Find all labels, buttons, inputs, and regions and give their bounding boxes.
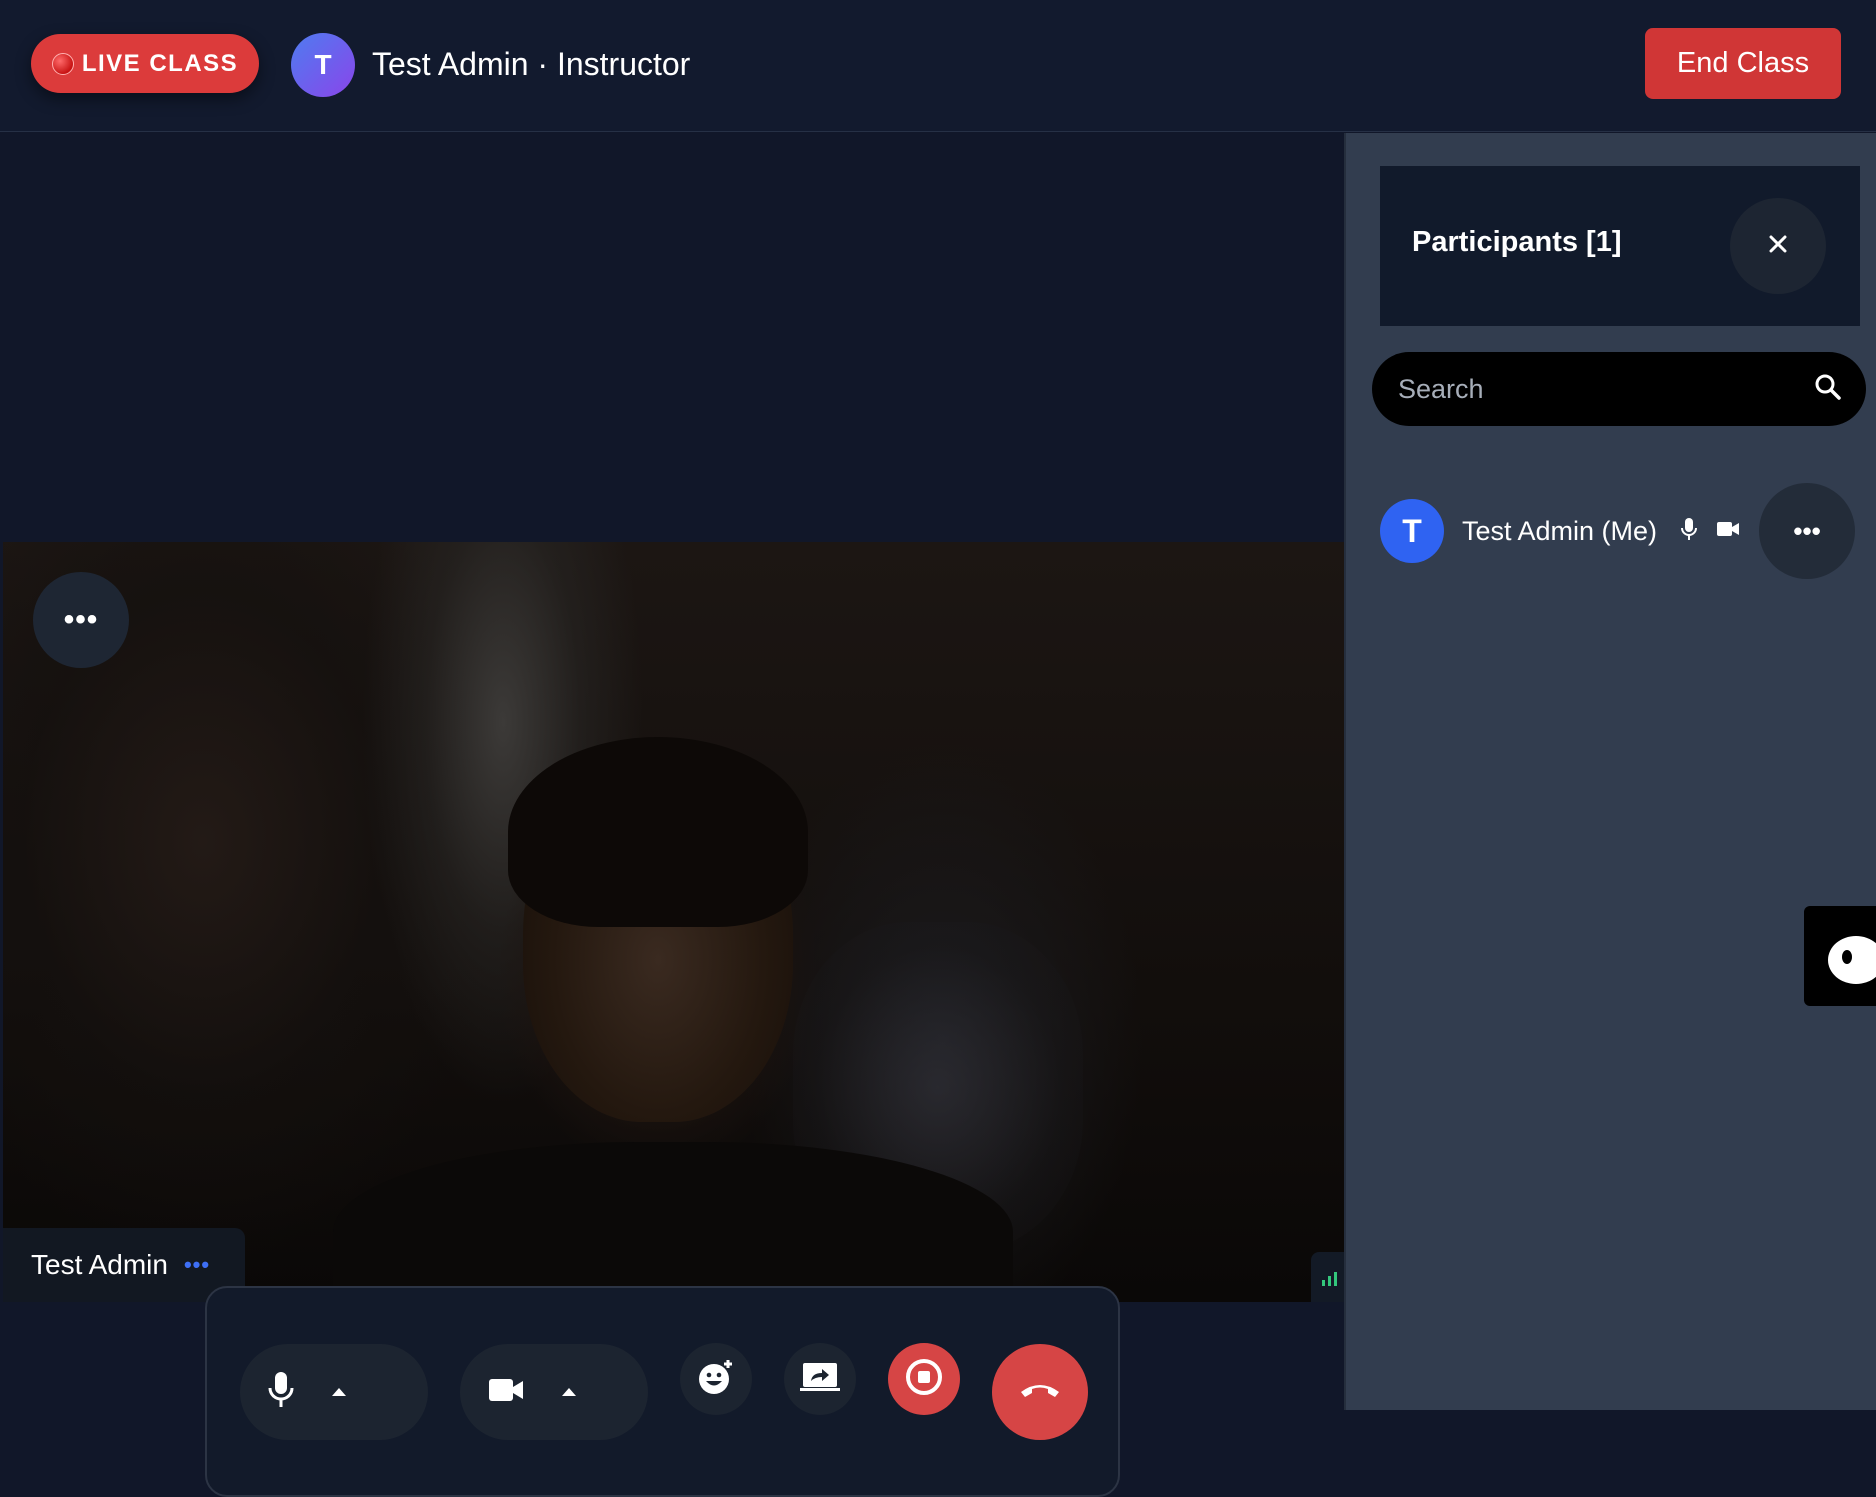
more-horizontal-icon: ••• bbox=[63, 603, 99, 636]
tile-more-options-button[interactable]: ••• bbox=[33, 572, 129, 668]
reactions-button[interactable] bbox=[680, 1343, 752, 1415]
video-stage: ••• Test Admin ••• bbox=[0, 133, 1344, 1497]
screen-share-icon bbox=[800, 1361, 840, 1398]
participants-title: Participants [1] bbox=[1412, 226, 1622, 258]
participant-search[interactable] bbox=[1372, 352, 1866, 426]
camera-control[interactable] bbox=[460, 1344, 648, 1440]
live-class-label: LIVE CLASS bbox=[81, 49, 239, 77]
participants-panel: Participants [1] T Test Admin (Me) bbox=[1344, 133, 1876, 1410]
instructor-avatar: T bbox=[291, 33, 355, 97]
emoji-add-icon bbox=[697, 1358, 735, 1401]
camera-caret-up-icon[interactable] bbox=[562, 1388, 576, 1396]
end-class-button[interactable]: End Class bbox=[1645, 28, 1841, 99]
participant-avatar: T bbox=[1380, 499, 1444, 563]
mic-caret-up-icon[interactable] bbox=[332, 1388, 346, 1396]
participants-header: Participants [1] bbox=[1380, 166, 1860, 326]
meeting-controls bbox=[205, 1286, 1120, 1497]
video-camera-icon bbox=[1717, 521, 1740, 542]
search-icon[interactable] bbox=[1814, 373, 1842, 406]
microphone-icon[interactable] bbox=[268, 1371, 294, 1414]
search-input[interactable] bbox=[1398, 373, 1814, 405]
microphone-icon bbox=[1681, 517, 1698, 546]
participant-name-tag: Test Admin ••• bbox=[3, 1228, 245, 1302]
signal-strength-icon bbox=[1311, 1252, 1344, 1302]
stop-recording-button[interactable] bbox=[888, 1343, 960, 1415]
mic-control[interactable] bbox=[240, 1344, 428, 1440]
share-screen-button[interactable] bbox=[784, 1343, 856, 1415]
close-panel-button[interactable] bbox=[1730, 198, 1826, 294]
stop-record-icon bbox=[904, 1357, 944, 1402]
video-person-hair bbox=[508, 737, 808, 927]
more-horizontal-icon: ••• bbox=[1793, 515, 1821, 546]
participant-list-item: T Test Admin (Me) ••• bbox=[1380, 483, 1870, 579]
participant-list-name: Test Admin (Me) bbox=[1462, 515, 1658, 546]
participant-name: Test Admin bbox=[31, 1249, 168, 1280]
instructor-title: Test Admin · Instructor bbox=[372, 46, 691, 82]
chat-bubble-icon bbox=[1828, 936, 1876, 984]
chat-bubble-eye bbox=[1842, 950, 1852, 964]
top-bar: LIVE CLASS T Test Admin · Instructor End… bbox=[0, 0, 1876, 132]
audio-activity-icon: ••• bbox=[183, 1252, 211, 1277]
close-icon bbox=[1768, 234, 1788, 259]
video-camera-icon[interactable] bbox=[488, 1377, 524, 1408]
leave-call-button[interactable] bbox=[992, 1344, 1088, 1440]
live-dot-icon bbox=[51, 52, 74, 75]
participant-video-tile: ••• Test Admin ••• bbox=[3, 542, 1344, 1302]
video-person-body bbox=[333, 1142, 1013, 1302]
support-chat-widget[interactable] bbox=[1804, 906, 1876, 1006]
live-class-badge: LIVE CLASS bbox=[31, 34, 259, 93]
participant-more-options-button[interactable]: ••• bbox=[1759, 483, 1856, 579]
hang-up-icon bbox=[1019, 1380, 1061, 1405]
